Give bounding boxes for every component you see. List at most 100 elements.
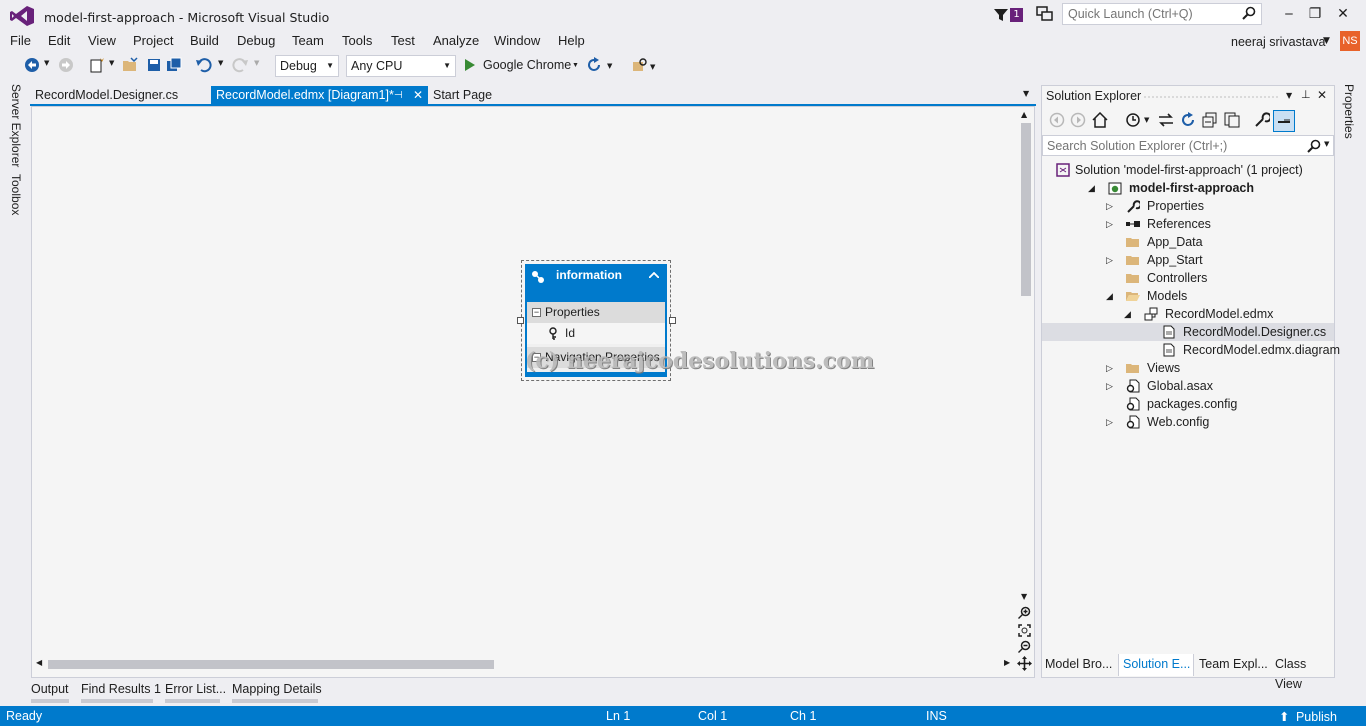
collapsed-arrow-icon[interactable]: ▷ xyxy=(1106,359,1113,377)
chevron-down-icon[interactable]: ▼ xyxy=(1323,36,1330,46)
chevron-down-icon[interactable]: ▼ xyxy=(254,59,259,67)
chevron-down-icon[interactable]: ▼ xyxy=(1023,89,1029,98)
panel-grip[interactable] xyxy=(1143,95,1279,99)
chevron-down-icon[interactable]: ▼ xyxy=(1286,91,1292,100)
chevron-down-icon[interactable]: ▼ xyxy=(607,62,612,70)
menu-analyze[interactable]: Analyze xyxy=(433,32,479,50)
properties-section[interactable]: − Properties xyxy=(527,302,665,323)
quick-launch[interactable] xyxy=(1062,3,1262,25)
tab-mapping-details[interactable]: Mapping Details xyxy=(232,680,322,703)
search-icon[interactable] xyxy=(1242,6,1256,20)
tree-item[interactable]: Controllers xyxy=(1042,269,1334,287)
refresh-icon[interactable] xyxy=(1180,112,1196,128)
vertical-scroll-thumb[interactable] xyxy=(1021,123,1031,296)
menu-view[interactable]: View xyxy=(88,32,116,50)
entity-header[interactable]: information xyxy=(525,264,667,300)
tree-item[interactable]: ◢ RecordModel.edmx xyxy=(1042,305,1334,323)
quick-launch-input[interactable] xyxy=(1063,4,1233,24)
tab-model-browser[interactable]: Model Bro... xyxy=(1041,654,1119,676)
menu-project[interactable]: Project xyxy=(133,32,173,50)
collapsed-arrow-icon[interactable]: ▷ xyxy=(1106,377,1113,395)
solution-explorer-search[interactable]: ▼ xyxy=(1042,135,1334,156)
undo-icon[interactable] xyxy=(196,57,212,73)
chevron-down-icon[interactable]: ▼ xyxy=(650,63,655,71)
solution-configuration-dropdown[interactable]: Debug ▼ xyxy=(275,55,339,77)
collapsed-arrow-icon[interactable]: ▷ xyxy=(1106,251,1113,269)
navigate-back-icon[interactable] xyxy=(24,57,40,73)
collapse-all-icon[interactable] xyxy=(1202,112,1218,128)
menu-help[interactable]: Help xyxy=(558,32,585,50)
menu-test[interactable]: Test xyxy=(391,32,415,50)
solution-search-input[interactable] xyxy=(1043,136,1293,155)
zoom-out-icon[interactable] xyxy=(1018,640,1031,653)
tree-item[interactable]: ▷ App_Start xyxy=(1042,251,1334,269)
tree-item[interactable]: ▷ References xyxy=(1042,215,1334,233)
tab-error-list[interactable]: Error List... xyxy=(165,680,226,703)
close-icon[interactable]: ✕ xyxy=(413,86,423,105)
tree-item[interactable]: RecordModel.edmx.diagram xyxy=(1042,341,1340,359)
collapsed-arrow-icon[interactable]: ▷ xyxy=(1106,197,1113,215)
collapsed-arrow-icon[interactable]: ▷ xyxy=(1106,215,1113,233)
open-file-icon[interactable] xyxy=(122,57,138,73)
tree-item[interactable]: ◢ Models xyxy=(1042,287,1334,305)
expanded-arrow-icon[interactable]: ◢ xyxy=(1124,305,1131,323)
tab-recordmodel-edmx[interactable]: RecordModel.edmx [Diagram1]* ⊣ ✕ xyxy=(211,86,428,105)
properties-wrench-icon[interactable] xyxy=(1254,112,1270,128)
scroll-right-icon[interactable]: ▶ xyxy=(1004,658,1010,667)
notifications-button[interactable]: 1 xyxy=(994,6,1026,24)
properties-tab[interactable]: Properties xyxy=(1342,84,1356,139)
search-icon[interactable] xyxy=(1307,139,1321,153)
menu-tools[interactable]: Tools xyxy=(342,32,372,50)
history-icon[interactable] xyxy=(1125,112,1141,128)
collapsed-arrow-icon[interactable]: ▷ xyxy=(1106,413,1113,431)
tab-class-view[interactable]: Class View xyxy=(1271,654,1335,691)
pin-icon[interactable]: ⊥ xyxy=(1301,88,1311,101)
avatar[interactable]: NS xyxy=(1340,31,1360,51)
refresh-icon[interactable] xyxy=(586,57,602,73)
restore-button[interactable]: ❐ xyxy=(1302,4,1328,24)
chevron-down-icon[interactable]: ▼ xyxy=(1324,140,1329,148)
tab-recordmodel-designer[interactable]: RecordModel.Designer.cs xyxy=(30,86,210,105)
resize-handle-right[interactable] xyxy=(669,317,676,324)
chevron-down-icon[interactable]: ▼ xyxy=(218,59,223,67)
close-icon[interactable]: ✕ xyxy=(1317,88,1327,102)
edmx-designer-canvas[interactable] xyxy=(31,106,1035,678)
close-button[interactable]: ✕ xyxy=(1330,4,1356,24)
horizontal-scroll-thumb[interactable] xyxy=(48,660,494,669)
publish-button[interactable]: ⬆ Publish xyxy=(1279,709,1337,724)
expanded-arrow-icon[interactable]: ◢ xyxy=(1106,287,1113,305)
redo-icon[interactable] xyxy=(232,57,248,73)
preview-selected-items-button[interactable] xyxy=(1273,110,1295,132)
show-all-files-icon[interactable] xyxy=(1224,112,1240,128)
new-project-icon[interactable] xyxy=(89,57,105,73)
scroll-left-icon[interactable]: ◀ xyxy=(36,658,42,667)
feedback-icon[interactable] xyxy=(1036,6,1054,22)
save-icon[interactable] xyxy=(146,57,162,73)
menu-window[interactable]: Window xyxy=(494,32,540,50)
chevron-down-icon[interactable]: ▼ xyxy=(109,59,114,67)
tab-find-results[interactable]: Find Results 1 xyxy=(81,680,161,703)
chevron-down-icon[interactable]: ▼ xyxy=(44,59,49,67)
navigate-forward-icon[interactable] xyxy=(58,57,74,73)
user-name[interactable]: neeraj srivastava xyxy=(1231,35,1326,49)
tree-item[interactable]: Solution 'model-first-approach' (1 proje… xyxy=(1042,161,1334,179)
solution-platform-dropdown[interactable]: Any CPU ▼ xyxy=(346,55,456,77)
menu-file[interactable]: File xyxy=(10,32,31,50)
zoom-to-fit-icon[interactable] xyxy=(1018,624,1031,637)
tab-team-explorer[interactable]: Team Expl... xyxy=(1195,654,1269,676)
menu-debug[interactable]: Debug xyxy=(237,32,275,50)
tree-item[interactable]: ▷ Global.asax xyxy=(1042,377,1334,395)
tree-item[interactable]: App_Data xyxy=(1042,233,1334,251)
collapse-icon[interactable]: − xyxy=(532,308,541,317)
tree-item[interactable]: ▷ Web.config xyxy=(1042,413,1334,431)
tab-output[interactable]: Output xyxy=(31,680,69,703)
tree-item[interactable]: ▷ Properties xyxy=(1042,197,1334,215)
forward-icon[interactable] xyxy=(1070,112,1086,128)
chevron-down-icon[interactable]: ▼ xyxy=(1144,116,1149,124)
minimize-button[interactable]: ‒ xyxy=(1276,4,1302,24)
tree-item[interactable]: packages.config xyxy=(1042,395,1334,413)
sync-icon[interactable] xyxy=(1158,112,1174,128)
save-all-icon[interactable] xyxy=(166,57,182,73)
home-icon[interactable] xyxy=(1092,112,1108,128)
toolbox-tab[interactable]: Toolbox xyxy=(9,174,23,215)
